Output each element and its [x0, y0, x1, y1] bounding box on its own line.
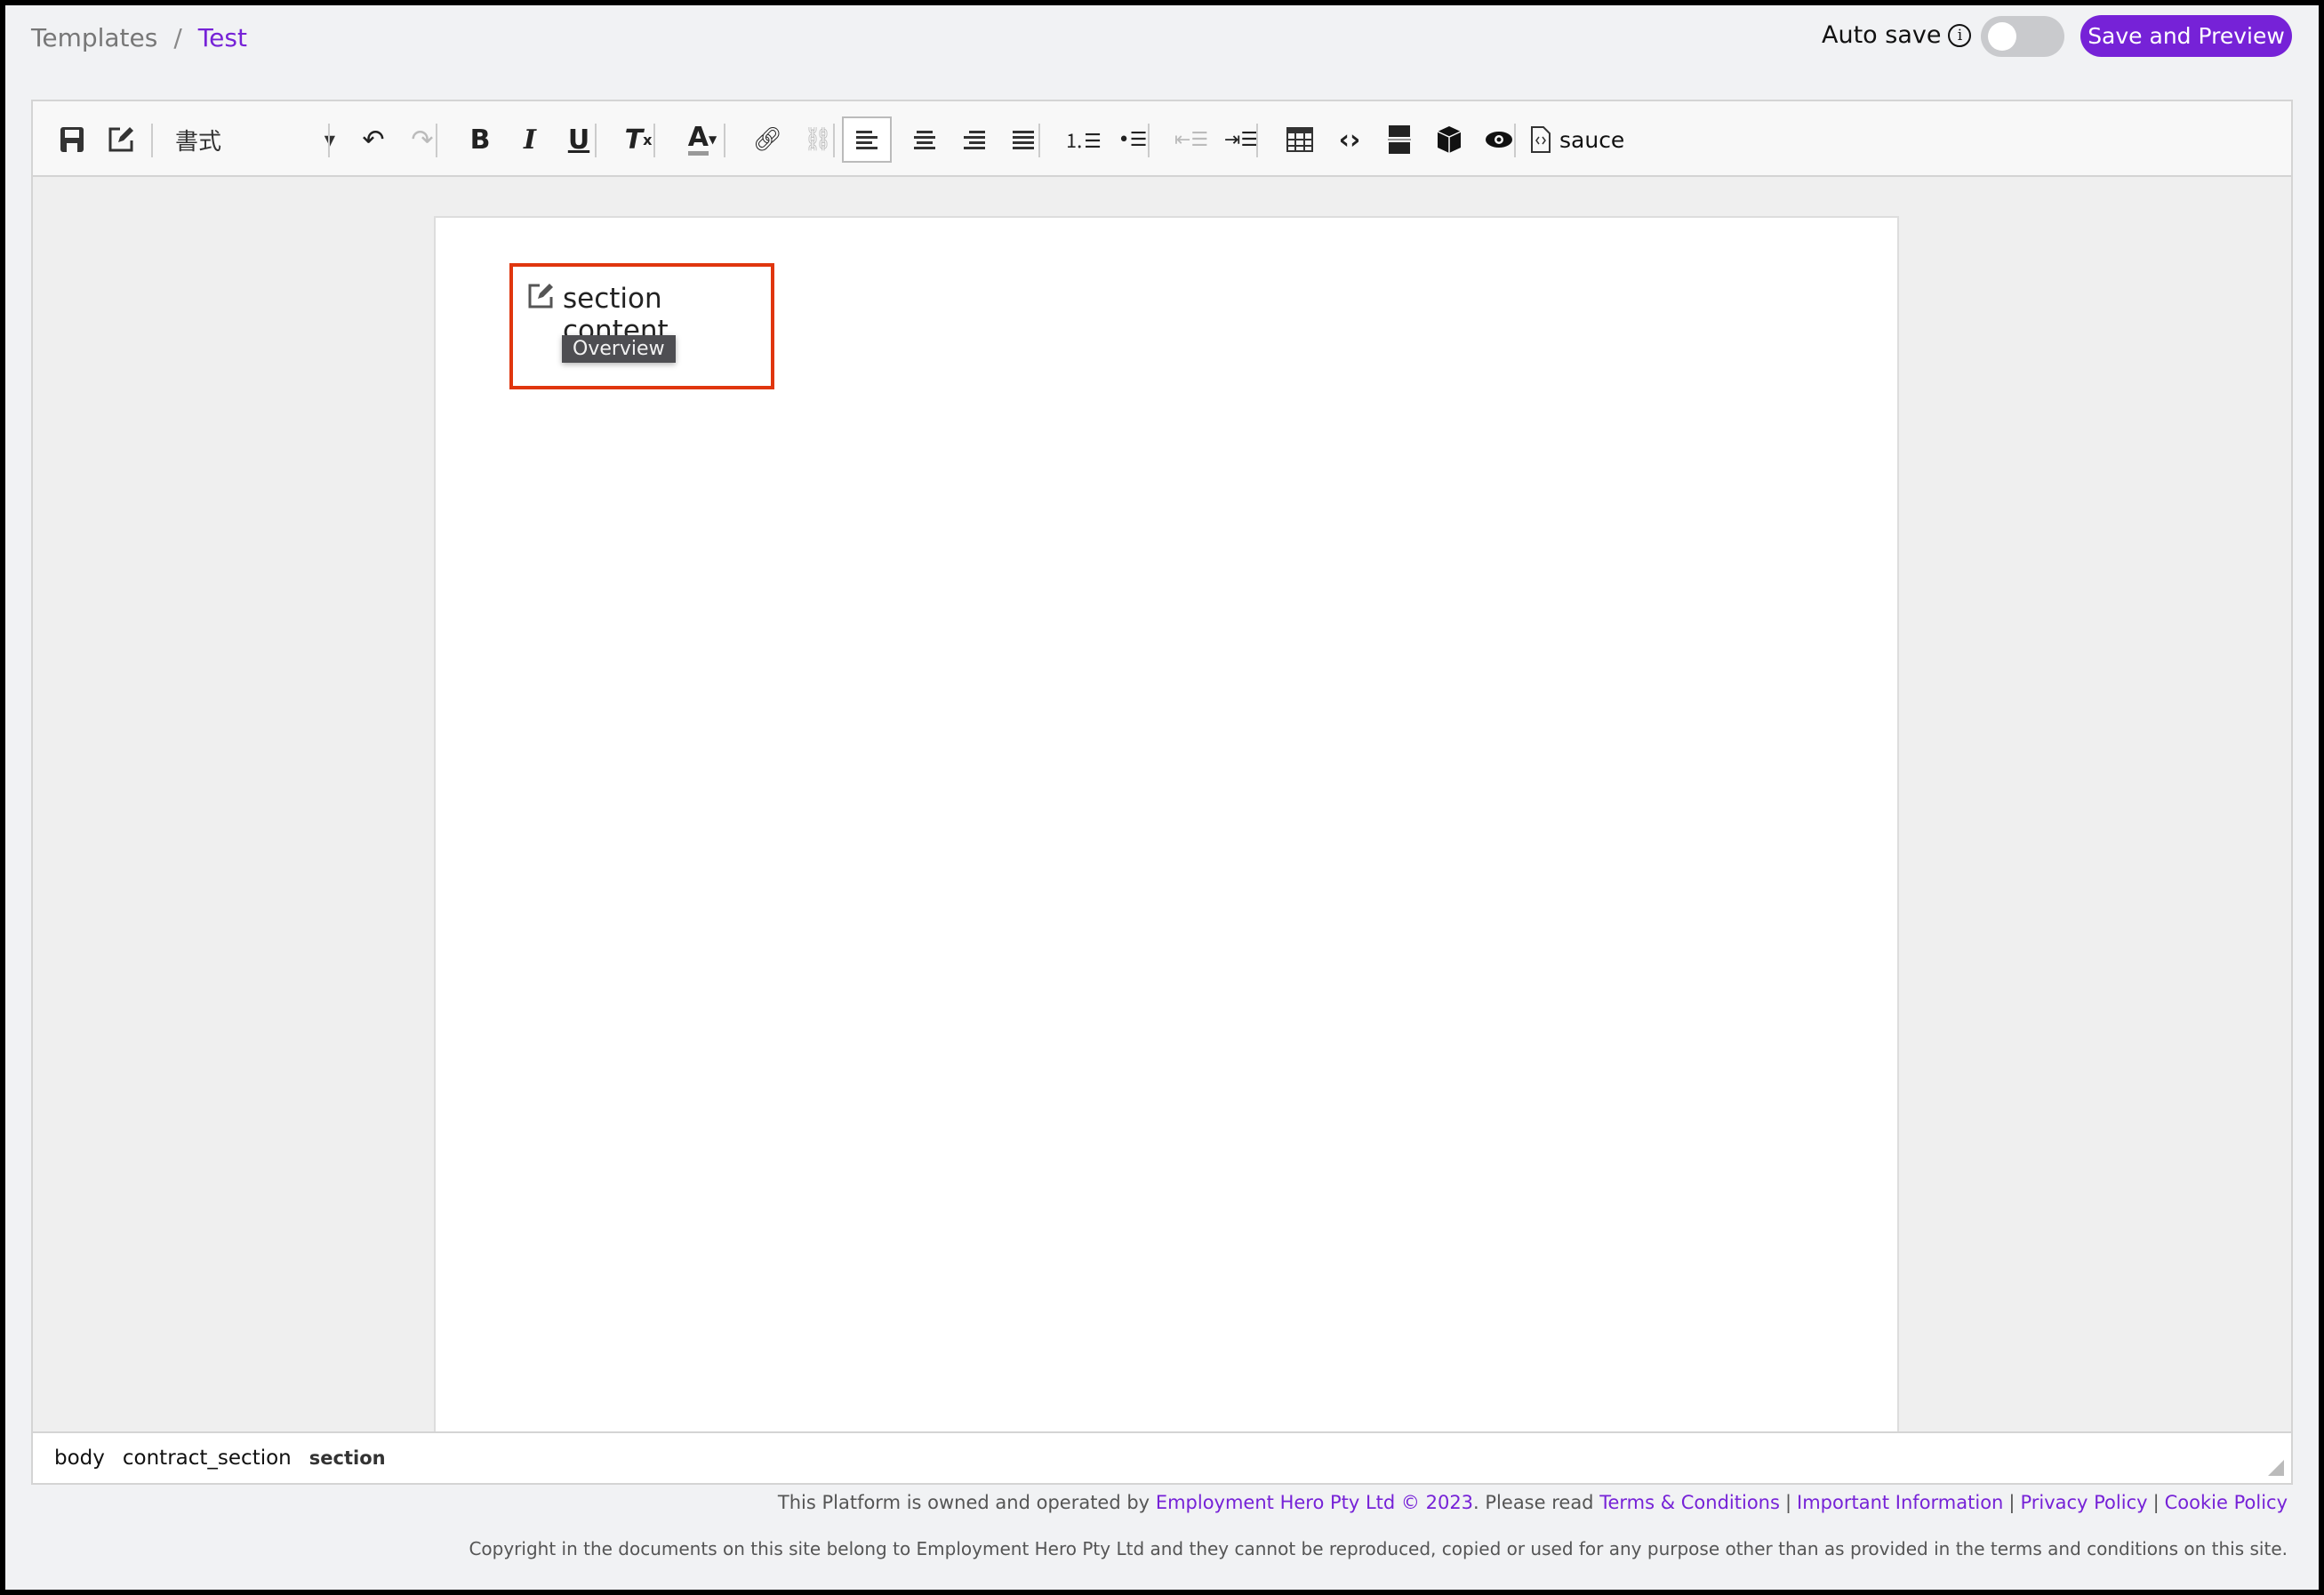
editor-toolbar: 書式▼ ↶ ↷ B I U Tx A▼ 🔗︎ ⛓︎ ⒈☰ •☰ ⇤☰ ⇥☰ [33, 101, 2291, 177]
cube-icon[interactable] [1429, 121, 1470, 158]
path-contract-section[interactable]: contract_section [123, 1447, 292, 1470]
underline-icon[interactable]: U [558, 121, 599, 158]
save-and-preview-button[interactable]: Save and Preview [2080, 15, 2292, 57]
autosave-label: Auto save [1822, 21, 1941, 49]
bold-icon[interactable]: B [460, 121, 501, 158]
footer-copyright: Copyright in the documents on this site … [469, 1538, 2288, 1559]
path-section[interactable]: section [309, 1447, 386, 1469]
resize-handle-icon[interactable] [2268, 1460, 2284, 1476]
breadcrumb: Templates / Test [31, 23, 247, 52]
info-icon[interactable]: i [1948, 24, 1971, 47]
company-link[interactable]: Employment Hero Pty Ltd © 2023 [1156, 1492, 1473, 1513]
rich-text-editor: 書式▼ ↶ ↷ B I U Tx A▼ 🔗︎ ⛓︎ ⒈☰ •☰ ⇤☰ ⇥☰ [31, 100, 2293, 1485]
footer-ownership: This Platform is owned and operated by E… [778, 1492, 2288, 1513]
path-body[interactable]: body [54, 1447, 105, 1470]
align-right-icon[interactable] [954, 121, 995, 158]
italic-icon[interactable]: I [509, 121, 550, 158]
document-page[interactable]: section content Overview [434, 216, 1899, 1474]
table-icon[interactable] [1279, 121, 1320, 158]
text-color-icon[interactable]: A▼ [677, 121, 727, 158]
terms-link[interactable]: Terms & Conditions [1599, 1492, 1780, 1513]
numbered-list-icon[interactable]: ⒈☰ [1062, 121, 1103, 158]
edit-icon[interactable] [100, 121, 141, 158]
edit-section-icon[interactable] [527, 283, 554, 309]
footer-prefix: This Platform is owned and operated by [778, 1492, 1150, 1513]
code-icon[interactable]: ‹› [1329, 121, 1370, 158]
important-info-link[interactable]: Important Information [1797, 1492, 2003, 1513]
source-code-button[interactable]: sauce [1531, 121, 1624, 158]
align-left-icon[interactable] [842, 116, 892, 163]
breadcrumb-separator: / [173, 23, 181, 52]
source-label: sauce [1559, 127, 1624, 153]
autosave-label-group: Auto save i [1822, 21, 1971, 49]
footer-middle: . Please read [1473, 1492, 1593, 1513]
section-tag-label: Overview [562, 335, 676, 363]
toggle-knob [1988, 22, 2016, 51]
outdent-icon[interactable]: ⇤☰ [1171, 121, 1212, 158]
undo-icon[interactable]: ↶ [353, 121, 394, 158]
app-frame: Templates / Test Auto save i Save and Prev… [5, 5, 2319, 1590]
privacy-link[interactable]: Privacy Policy [2020, 1492, 2147, 1513]
format-label: 書式 [175, 124, 221, 156]
format-dropdown[interactable]: 書式▼ [175, 121, 335, 158]
autosave-toggle[interactable] [1981, 16, 2064, 57]
save-icon[interactable] [52, 121, 92, 158]
align-center-icon[interactable] [904, 121, 945, 158]
cookie-link[interactable]: Cookie Policy [2165, 1492, 2288, 1513]
source-file-icon [1531, 126, 1551, 153]
breadcrumb-current: Test [198, 23, 247, 52]
link-icon[interactable]: 🔗︎ [747, 121, 788, 158]
breadcrumb-templates-link[interactable]: Templates [31, 23, 157, 52]
editor-statusbar: body contract_section section [33, 1431, 2291, 1483]
contract-section[interactable]: section content Overview [509, 263, 774, 389]
page-break-icon[interactable] [1379, 121, 1420, 158]
